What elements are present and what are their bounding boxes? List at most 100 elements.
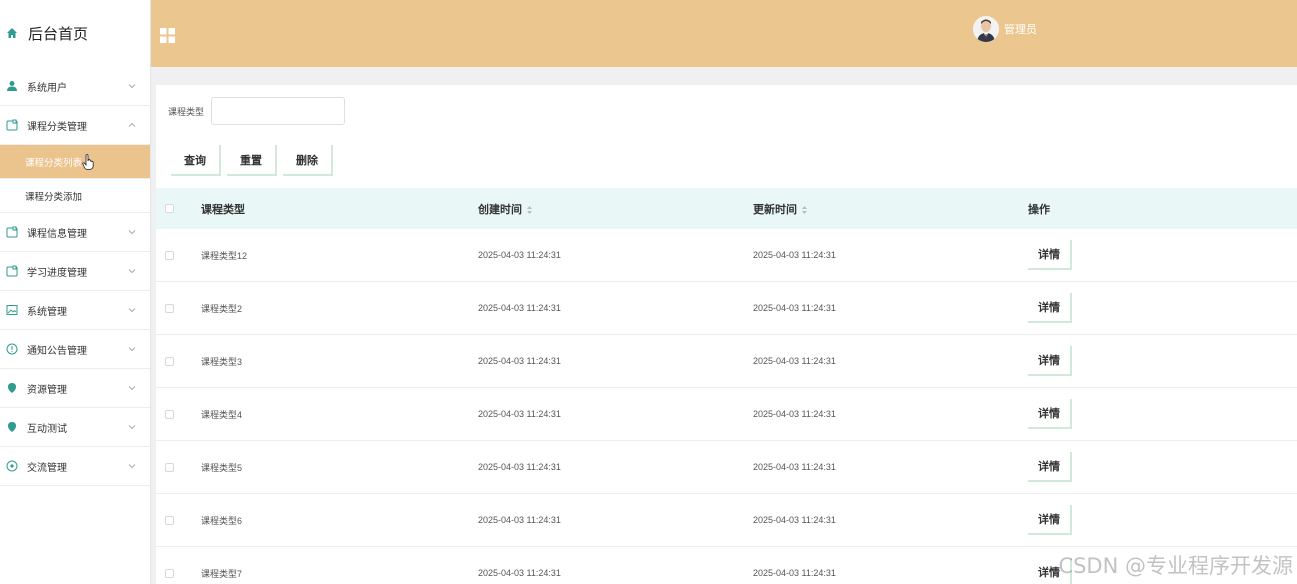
cell-course-type: 课程类型3 [201, 356, 243, 367]
chevron-down-icon [128, 347, 136, 352]
brand[interactable]: 后台首页 [0, 0, 150, 67]
detail-button[interactable]: 详情 [1028, 452, 1072, 482]
table-body: 课程类型12 2025-04-03 11:24:31 2025-04-03 11:2… [156, 229, 1297, 584]
row-checkbox[interactable] [165, 409, 174, 419]
cell-updated-time: 2025-04-03 11:24:31 [753, 409, 836, 419]
cell-course-type: 课程类型4 [201, 409, 243, 420]
sidebar-subitem-label: 课程分类添加 [25, 191, 83, 203]
sort-icon [527, 205, 532, 214]
sidebar-subitem-category-add[interactable]: 课程分类添加 [0, 179, 150, 213]
cell-created-time: 2025-04-03 11:24:31 [478, 462, 561, 472]
hand-cursor-icon [82, 153, 94, 170]
row-checkbox[interactable] [165, 250, 174, 260]
data-table: 课程类型 创建时间 更新时间 操作 课程类型12 2025-04-03 11:24… [156, 188, 1297, 584]
sort-icon [802, 205, 807, 214]
sidebar-item-label: 课程分类管理 [27, 121, 87, 133]
table-row: 课程类型6 2025-04-03 11:24:31 2025-04-03 11:24… [156, 494, 1297, 547]
user-menu[interactable]: 管理员 [973, 16, 1037, 42]
table-row: 课程类型5 2025-04-03 11:24:31 2025-04-03 11:24… [156, 441, 1297, 494]
query-button[interactable]: 查询 [171, 145, 221, 176]
row-checkbox[interactable] [165, 462, 174, 472]
header-label: 创建时间 [478, 203, 522, 216]
cell-created-time: 2025-04-03 11:24:31 [478, 409, 561, 419]
sidebar-item-course-info[interactable]: 课程信息管理 [0, 213, 150, 252]
sidebar-item-system-users[interactable]: 系统用户 [0, 67, 150, 106]
chat-icon [6, 460, 18, 472]
sidebar-item-label: 系统用户 [27, 82, 67, 94]
avatar [973, 16, 999, 42]
pin-icon [6, 421, 18, 433]
sidebar-item-label: 互动测试 [27, 423, 67, 435]
chevron-down-icon [128, 269, 136, 274]
detail-button[interactable]: 详情 [1028, 293, 1072, 323]
chevron-down-icon [128, 425, 136, 430]
header-created-time[interactable]: 创建时间 [478, 201, 533, 217]
detail-button[interactable]: 详情 [1028, 346, 1072, 376]
cell-course-type: 课程类型12 [201, 250, 248, 261]
sidebar: 后台首页 系统用户 课程分类管理 课程分类列表 课程分类添加 课程信息管理 学习… [0, 0, 151, 584]
sidebar-item-resources[interactable]: 资源管理 [0, 369, 150, 408]
sidebar-subitem-category-list[interactable]: 课程分类列表 [0, 145, 150, 179]
cell-course-type: 课程类型2 [201, 303, 243, 314]
table-header: 课程类型 创建时间 更新时间 操作 [156, 188, 1297, 229]
sidebar-item-communication[interactable]: 交流管理 [0, 447, 150, 486]
cell-course-type: 课程类型7 [201, 568, 243, 579]
row-checkbox[interactable] [165, 568, 174, 578]
grid-menu-icon[interactable] [160, 28, 175, 43]
sidebar-item-learning-progress[interactable]: 学习进度管理 [0, 252, 150, 291]
home-icon [6, 27, 20, 41]
image-icon [6, 304, 18, 316]
cell-created-time: 2025-04-03 11:24:31 [478, 356, 561, 366]
header-label: 更新时间 [753, 203, 797, 216]
sidebar-item-label: 课程信息管理 [27, 228, 87, 240]
cell-created-time: 2025-04-03 11:24:31 [478, 250, 561, 260]
delete-button[interactable]: 删除 [283, 145, 333, 176]
sidebar-item-label: 学习进度管理 [27, 267, 87, 279]
user-name: 管理员 [1004, 24, 1037, 36]
search-label: 课程类型 [168, 106, 205, 117]
sidebar-item-course-category[interactable]: 课程分类管理 [0, 106, 150, 145]
select-all-checkbox[interactable] [165, 204, 174, 213]
detail-button[interactable]: 详情 [1028, 399, 1072, 429]
action-buttons: 查询 重置 删除 [171, 145, 339, 176]
detail-button[interactable]: 详情 [1028, 505, 1072, 535]
header-action: 操作 [1028, 203, 1050, 216]
sidebar-item-label: 资源管理 [27, 384, 67, 396]
sidebar-item-announcements[interactable]: 通知公告管理 [0, 330, 150, 369]
sidebar-item-system-management[interactable]: 系统管理 [0, 291, 150, 330]
sidebar-item-label: 通知公告管理 [27, 345, 87, 357]
folder-icon [6, 265, 18, 277]
detail-button[interactable]: 详情 [1028, 240, 1072, 270]
cell-created-time: 2025-04-03 11:24:31 [478, 303, 561, 313]
cell-course-type: 课程类型5 [201, 462, 243, 473]
main-content: 课程类型 查询 重置 删除 课程类型 创建时间 更新时间 操作 课程类型12 20… [156, 85, 1297, 584]
chevron-down-icon [128, 308, 136, 313]
table-row: 课程类型3 2025-04-03 11:24:31 2025-04-03 11:24… [156, 335, 1297, 388]
chevron-down-icon [128, 230, 136, 235]
chevron-down-icon [128, 464, 136, 469]
row-checkbox[interactable] [165, 356, 174, 366]
cell-course-type: 课程类型6 [201, 515, 243, 526]
folder-icon [6, 119, 18, 131]
pin-icon [6, 382, 18, 394]
course-type-input[interactable] [211, 97, 346, 125]
table-row: 课程类型2 2025-04-03 11:24:31 2025-04-03 11:24… [156, 282, 1297, 335]
header-updated-time[interactable]: 更新时间 [753, 201, 808, 217]
cell-updated-time: 2025-04-03 11:24:31 [753, 356, 836, 366]
sidebar-item-label: 交流管理 [27, 462, 67, 474]
cell-updated-time: 2025-04-03 11:24:31 [753, 303, 836, 313]
sidebar-item-interactive-test[interactable]: 互动测试 [0, 408, 150, 447]
table-row: 课程类型4 2025-04-03 11:24:31 2025-04-03 11:24… [156, 388, 1297, 441]
cell-created-time: 2025-04-03 11:24:31 [478, 568, 561, 578]
cell-created-time: 2025-04-03 11:24:31 [478, 515, 561, 525]
row-checkbox[interactable] [165, 303, 174, 313]
row-checkbox[interactable] [165, 515, 174, 525]
search-form: 课程类型 [168, 97, 346, 125]
chevron-down-icon [128, 84, 136, 89]
user-icon [6, 80, 18, 92]
brand-title: 后台首页 [28, 26, 89, 43]
table-row: 课程类型12 2025-04-03 11:24:31 2025-04-03 11:2… [156, 229, 1297, 282]
reset-button[interactable]: 重置 [227, 145, 277, 176]
sidebar-subitem-label: 课程分类列表 [25, 157, 83, 169]
sidebar-item-label: 系统管理 [27, 306, 67, 318]
